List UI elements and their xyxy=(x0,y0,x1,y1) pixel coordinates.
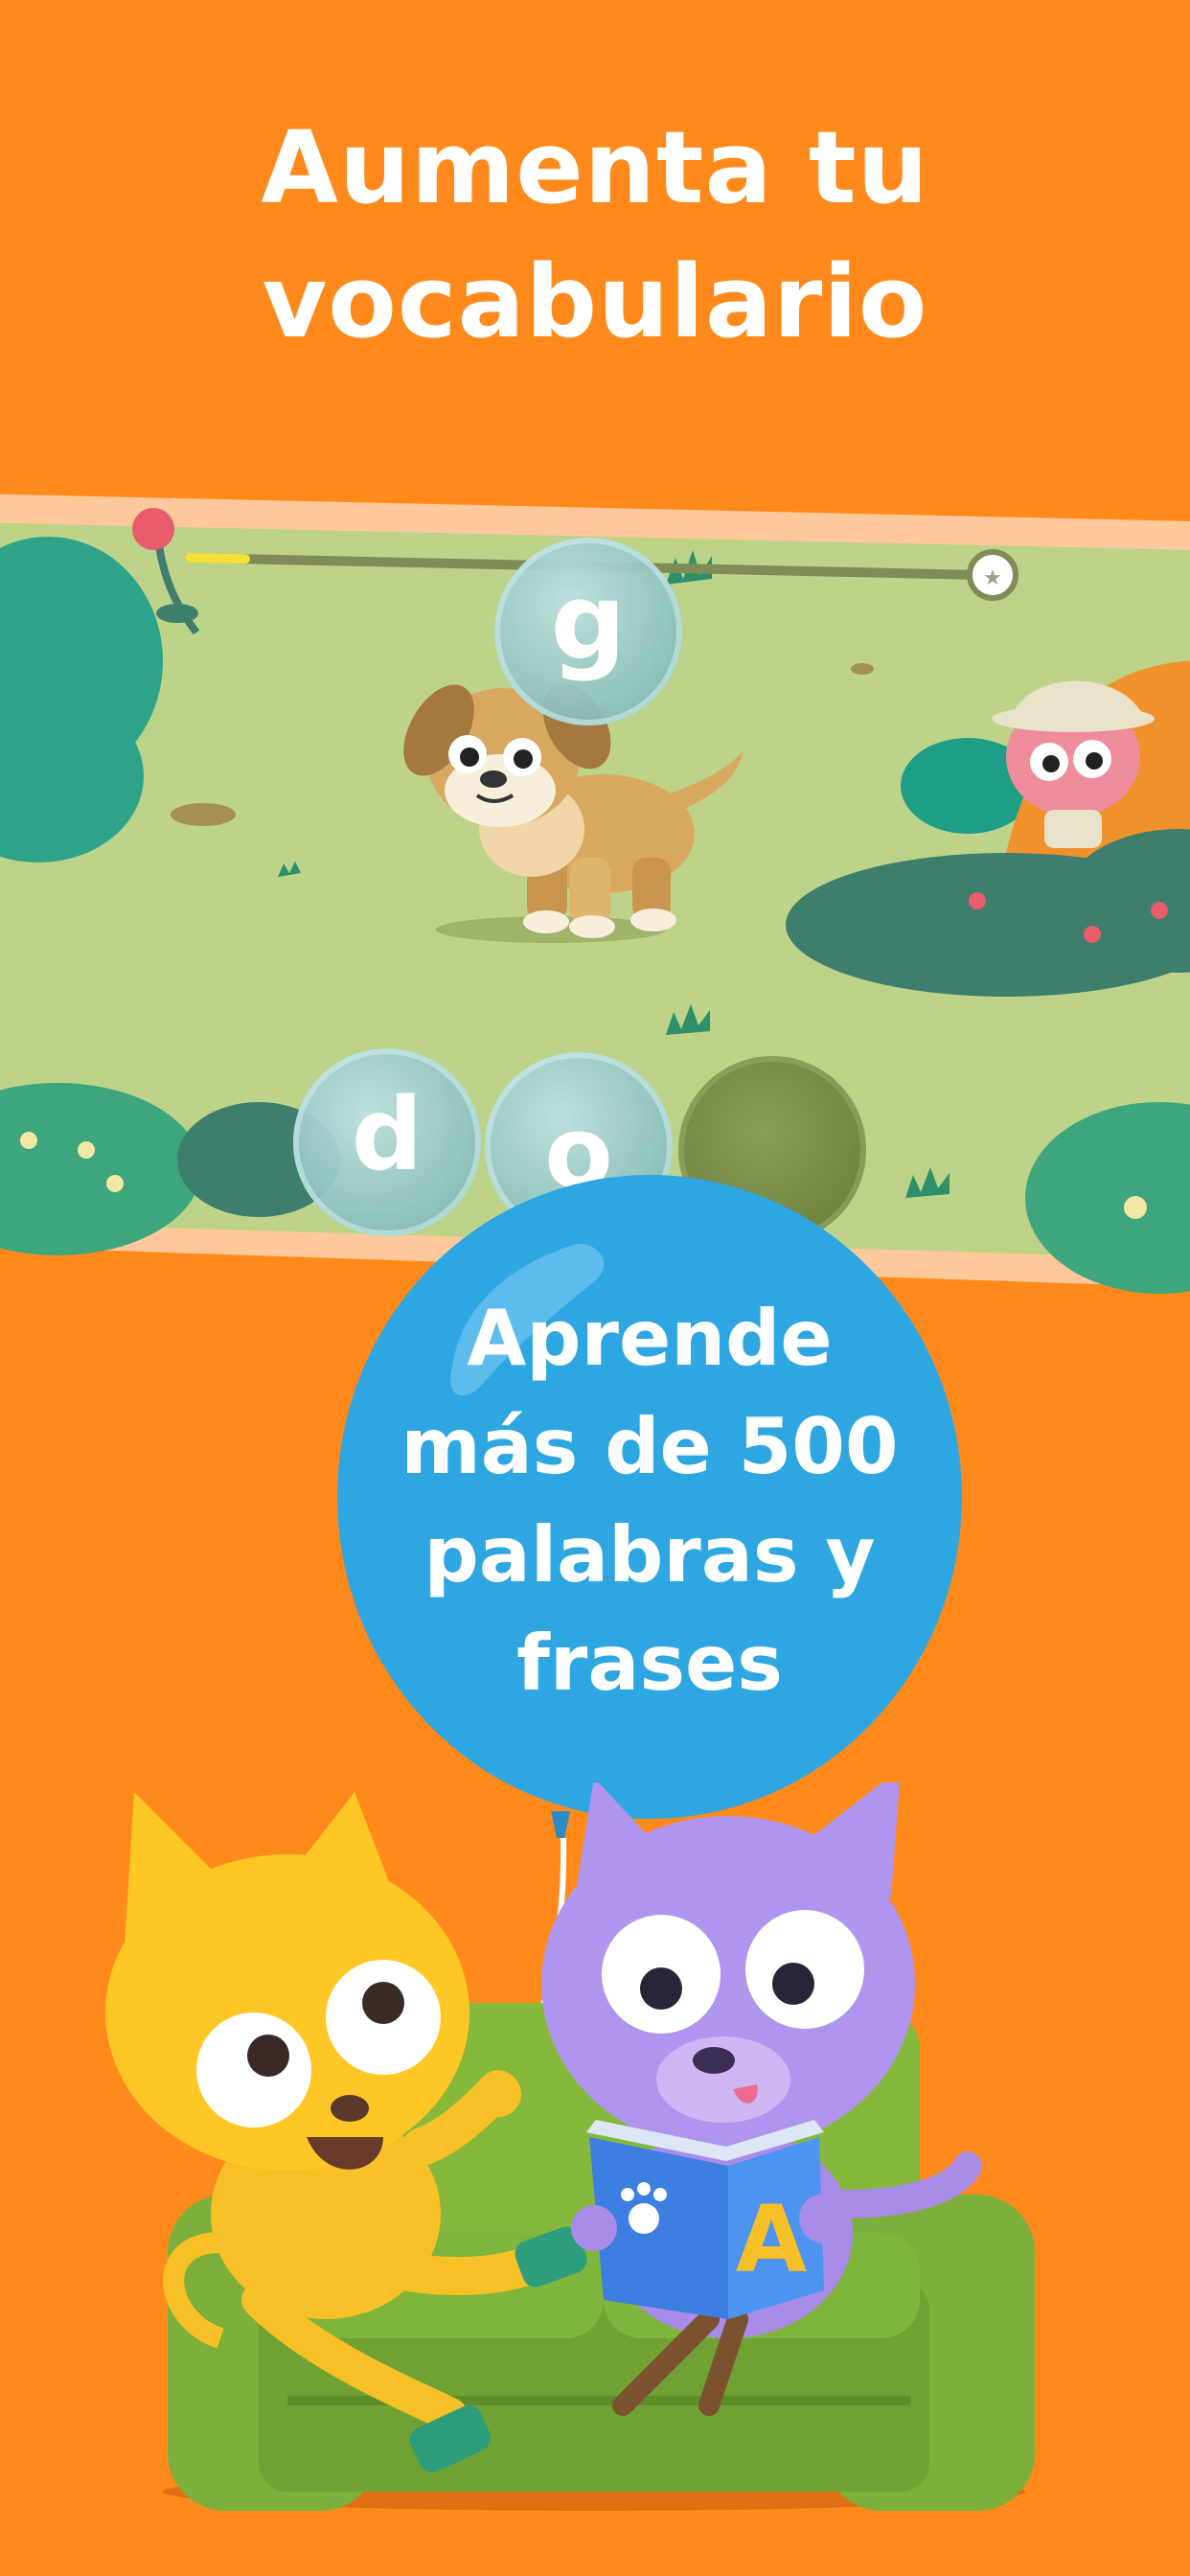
characters-on-couch: A xyxy=(105,1782,1035,2511)
headline: Aumenta tu vocabulario xyxy=(0,101,1190,369)
balloon-line-2: más de 500 xyxy=(400,1402,899,1491)
target-letter-bubble[interactable]: g xyxy=(494,538,682,725)
balloon-line-4: frases xyxy=(516,1619,783,1708)
balloon-knot xyxy=(551,1811,570,1838)
balloon-line-3: palabras y xyxy=(423,1510,876,1599)
dirt-patch xyxy=(851,663,874,675)
progress-fill xyxy=(185,553,250,564)
headline-line-2: vocabulario xyxy=(262,243,928,360)
balloon-text: Aprende más de 500 palabras y frases xyxy=(337,1284,962,1717)
dirt-patch xyxy=(171,803,236,826)
headline-line-1: Aumenta tu xyxy=(261,109,929,226)
book-letter: A xyxy=(736,2186,807,2293)
flower xyxy=(132,508,174,550)
svg-text:★: ★ xyxy=(983,566,1002,590)
balloon-line-1: Aprende xyxy=(467,1294,833,1383)
book: A xyxy=(586,2120,824,2319)
